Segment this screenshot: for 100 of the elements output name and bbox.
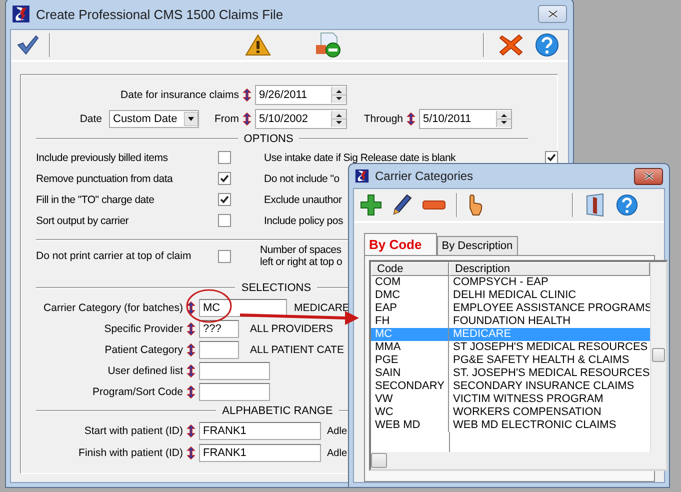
option-label: Sort output by carrier xyxy=(36,214,129,226)
minus-icon[interactable] xyxy=(422,200,446,210)
checkmark-icon[interactable] xyxy=(17,35,39,55)
field-label: From xyxy=(214,113,239,125)
sort-arrows-icon[interactable] xyxy=(187,300,195,314)
code-cell: SAIN xyxy=(371,367,449,380)
description-cell-text: VICTIM WITNESS PROGRAM xyxy=(452,393,604,406)
sort-arrows-icon[interactable] xyxy=(243,88,251,102)
close-button[interactable] xyxy=(538,5,567,23)
list-row[interactable]: MMA ST JOSEPH'S MEDICAL RESOURCES xyxy=(371,341,650,354)
section-heading: ALPHABETIC RANGE xyxy=(222,405,333,417)
sort-arrows-icon[interactable] xyxy=(187,384,195,398)
column-header[interactable]: Description xyxy=(449,262,650,276)
field-label: Specific Provider xyxy=(103,322,183,334)
close-icon[interactable] xyxy=(499,34,523,56)
option-label: Remove punctuation from data xyxy=(36,172,173,184)
spin-buttons[interactable] xyxy=(331,87,346,103)
tab[interactable]: By Description xyxy=(436,236,518,255)
list-row[interactable]: WC WORKERS COMPENSATION xyxy=(371,406,650,419)
option-label: Do not print carrier at top of claim xyxy=(36,250,192,262)
sort-arrows-icon[interactable] xyxy=(187,424,195,438)
code-field[interactable] xyxy=(199,362,270,380)
description-cell-text: ST JOSEPH'S MEDICAL RESOURCES xyxy=(452,341,649,354)
checkbox[interactable] xyxy=(218,214,231,227)
app-logo-icon xyxy=(12,5,30,23)
option-label: Use intake date if Sig Release date is blank xyxy=(264,152,456,164)
checkbox[interactable] xyxy=(218,172,231,185)
option-label: Include policy pos xyxy=(264,214,343,226)
vertical-scrollbar[interactable] xyxy=(650,262,666,452)
code-field[interactable] xyxy=(199,382,270,400)
annotation-circle xyxy=(186,289,232,323)
date-dropdown[interactable]: Custom Date xyxy=(109,110,199,128)
column-header[interactable]: Code xyxy=(371,262,449,276)
close-button[interactable] xyxy=(634,168,663,184)
code-cell: WEB MD xyxy=(371,419,449,432)
horizontal-scrollbar[interactable] xyxy=(371,452,666,469)
tab[interactable]: By Code xyxy=(364,233,437,255)
list-row[interactable]: DMC DELHI MEDICAL CLINIC xyxy=(371,289,650,302)
patient-name: Adle xyxy=(327,448,348,458)
close-icon[interactable] xyxy=(644,172,654,180)
date-field[interactable]: 5/10/2011 xyxy=(419,109,512,129)
plus-icon[interactable] xyxy=(360,194,382,216)
document-remove-icon[interactable] xyxy=(315,32,343,58)
warning-icon[interactable] xyxy=(245,34,271,56)
spin-buttons[interactable] xyxy=(331,111,346,127)
patient-id-field[interactable]: FRANK1 xyxy=(199,422,321,440)
option-label: Include previously billed items xyxy=(36,152,168,164)
list-row[interactable]: COM COMPSYCH - EAP xyxy=(371,276,650,289)
code-field[interactable]: ??? xyxy=(199,320,239,338)
spin-buttons[interactable] xyxy=(496,111,511,127)
dropdown-arrow-icon[interactable] xyxy=(184,112,198,126)
description-cell-text: FOUNDATION HEALTH xyxy=(452,315,572,328)
field-label: Finish with patient (ID) xyxy=(78,447,183,459)
close-icon[interactable] xyxy=(548,10,558,18)
sort-arrows-icon[interactable] xyxy=(187,322,195,336)
help-icon[interactable] xyxy=(616,194,638,216)
code-cell: EAP xyxy=(371,302,449,315)
date-field[interactable]: 9/26/2011 xyxy=(255,85,347,105)
field-label: Program/Sort Code xyxy=(92,386,183,398)
list-row[interactable]: WEB MD WEB MD ELECTRONIC CLAIMS xyxy=(371,419,650,432)
list-row[interactable]: SECONDARY SECONDARY INSURANCE CLAIMS xyxy=(371,380,650,393)
code-cell: VW xyxy=(371,393,449,406)
field-label: Date for insurance claims xyxy=(120,89,239,101)
help-icon[interactable] xyxy=(535,33,559,57)
code-cell: SECONDARY xyxy=(371,380,449,393)
list-row[interactable]: PGE PG&E SAFETY HEALTH & CLAIMS xyxy=(371,354,650,367)
option-label: Do not include "o xyxy=(264,172,340,184)
code-field[interactable]: MC xyxy=(199,298,287,316)
door-icon[interactable] xyxy=(584,193,606,217)
description-cell-text: DELHI MEDICAL CLINIC xyxy=(452,289,578,302)
field-label: Through xyxy=(362,113,403,125)
checkbox[interactable] xyxy=(218,193,231,206)
sort-arrows-icon[interactable] xyxy=(187,446,195,460)
hand-pointer-icon[interactable] xyxy=(468,194,484,216)
sort-arrows-icon[interactable] xyxy=(407,112,415,126)
field-label: Carrier Category (for batches) xyxy=(42,302,183,314)
checkbox[interactable] xyxy=(218,151,231,164)
checkbox[interactable] xyxy=(545,151,558,164)
sort-arrows-icon[interactable] xyxy=(187,342,195,356)
pencil-icon[interactable] xyxy=(392,194,412,216)
description-cell-text: MEDICARE xyxy=(452,328,512,341)
code-cell: WC xyxy=(371,406,449,419)
option-label: left or right at top o xyxy=(260,256,342,268)
code-cell: DMC xyxy=(371,289,449,302)
patient-id-field[interactable]: FRANK1 xyxy=(199,444,321,462)
checkbox[interactable] xyxy=(218,250,231,262)
option-label: Fill in the "TO" charge date xyxy=(36,194,154,206)
dialog-title: Carrier Categories xyxy=(375,169,474,183)
code-field[interactable] xyxy=(199,340,239,358)
app-logo-icon xyxy=(355,169,369,183)
option-label: Exclude unauthor xyxy=(264,194,342,206)
list-row[interactable]: SAIN ST. JOSEPH'S MEDICAL RESOURCES xyxy=(371,367,650,380)
code-cell: MC xyxy=(371,328,449,341)
code-description: ALL PROVIDERS xyxy=(250,322,334,334)
list-row[interactable]: EAP EMPLOYEE ASSISTANCE PROGRAMS xyxy=(371,302,650,315)
sort-arrows-icon[interactable] xyxy=(187,364,195,378)
description-cell-text: EMPLOYEE ASSISTANCE PROGRAMS xyxy=(452,302,650,315)
list-row[interactable]: VW VICTIM WITNESS PROGRAM xyxy=(371,393,650,406)
date-field[interactable]: 5/10/2002 xyxy=(255,109,347,129)
sort-arrows-icon[interactable] xyxy=(243,112,251,126)
